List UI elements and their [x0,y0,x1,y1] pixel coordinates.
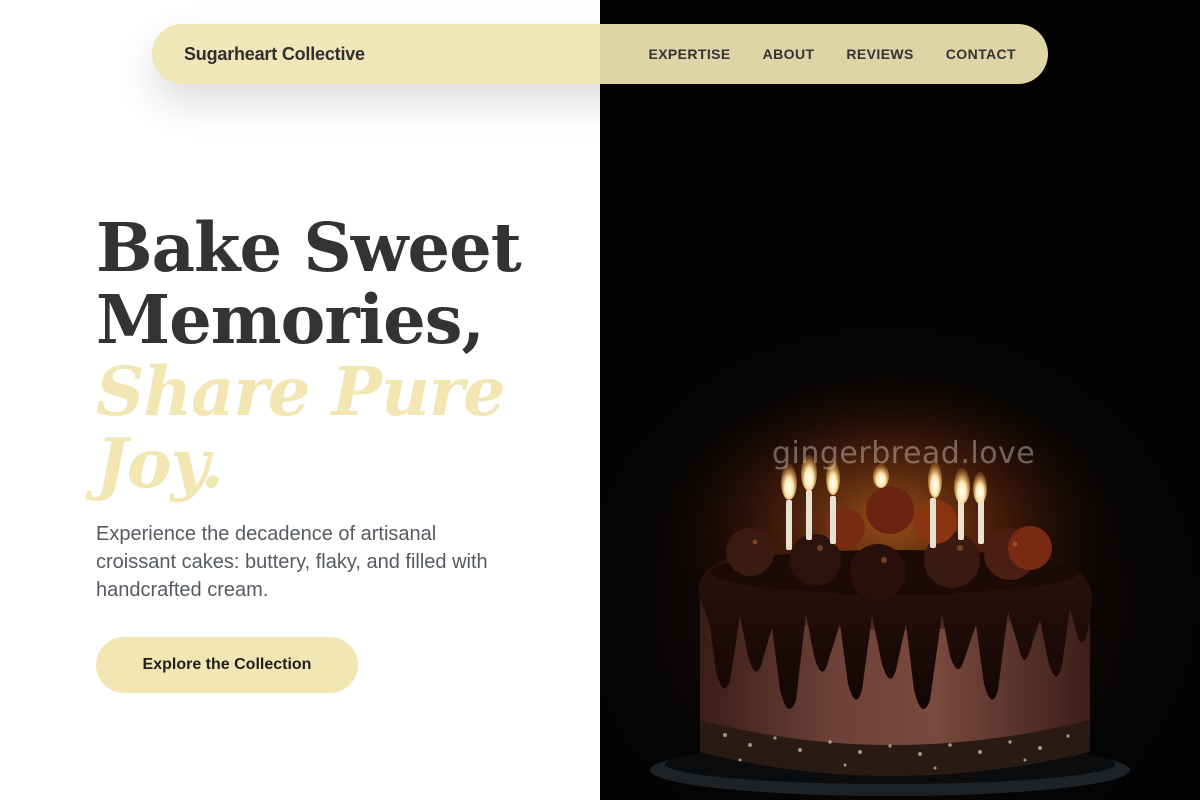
nav-link-contact[interactable]: CONTACT [946,46,1016,62]
hero-description: Experience the decadence of artisanal cr… [96,523,488,601]
hero-heading-accent-line1: Share Pure [96,352,506,431]
nav-links: EXPERTISE ABOUT REVIEWS CONTACT [648,46,1016,62]
nav-link-expertise[interactable]: EXPERTISE [648,46,730,62]
brand-logo-text[interactable]: Sugarheart Collective [184,44,365,65]
hero-heading-line2: Memories, [96,280,485,359]
chocolate-cake-illustration [650,360,1130,796]
image-watermark: gingerbread.love [772,436,1036,471]
hero-heading-accent-line2: Joy. [96,424,224,503]
explore-collection-button[interactable]: Explore the Collection [96,637,358,693]
hero-heading: Bake Sweet Memories, Share Pure Joy. [96,212,576,500]
hero-heading-line1: Bake Sweet [96,208,522,287]
nav-link-reviews[interactable]: REVIEWS [846,46,913,62]
top-navbar: Sugarheart Collective EXPERTISE ABOUT RE… [152,24,1048,84]
nav-link-about[interactable]: ABOUT [763,46,815,62]
hero-image: gingerbread.love [600,0,1200,800]
